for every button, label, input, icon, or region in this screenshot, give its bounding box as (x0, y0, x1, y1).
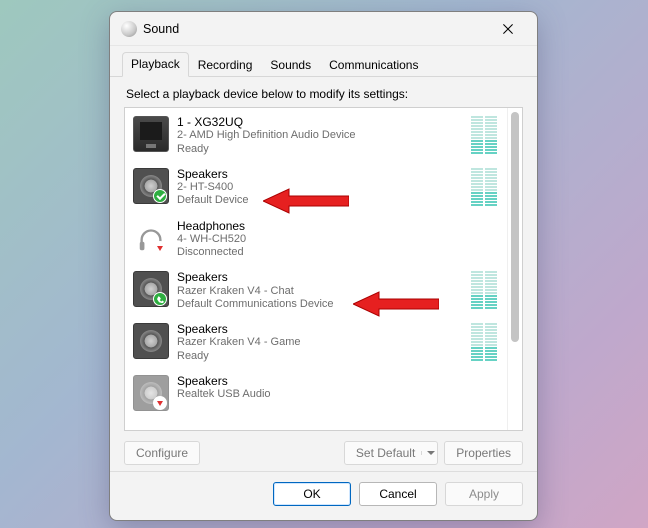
device-text: SpeakersRazer Kraken V4 - ChatDefault Co… (177, 269, 463, 311)
device-text: SpeakersRazer Kraken V4 - GameReady (177, 321, 463, 363)
device-text: 1 - XG32UQ2- AMD High Definition Audio D… (177, 114, 463, 156)
tab-sounds[interactable]: Sounds (261, 52, 320, 77)
device-row[interactable]: SpeakersRealtek USB Audio (125, 368, 507, 416)
device-list[interactable]: 1 - XG32UQ2- AMD High Definition Audio D… (125, 108, 507, 430)
close-icon (503, 24, 513, 34)
device-name: Speakers (177, 270, 463, 284)
device-name: Speakers (177, 167, 463, 181)
prompt-text: Select a playback device below to modify… (110, 77, 537, 107)
device-text: Speakers2- HT-S400Default Device (177, 166, 463, 208)
apply-button[interactable]: Apply (445, 482, 523, 506)
tabs: Playback Recording Sounds Communications (110, 46, 537, 77)
window-title: Sound (143, 22, 179, 36)
device-subtitle: 2- AMD High Definition Audio Device (177, 129, 463, 142)
device-row[interactable]: Speakers2- HT-S400Default Device (125, 161, 507, 213)
set-default-label: Set Default (356, 446, 415, 460)
default-check-icon (153, 189, 167, 203)
monitor-icon (133, 116, 169, 152)
device-row[interactable]: SpeakersRazer Kraken V4 - GameReady (125, 316, 507, 368)
device-row[interactable]: 1 - XG32UQ2- AMD High Definition Audio D… (125, 110, 507, 161)
device-subtitle: 4- WH-CH520 (177, 233, 499, 246)
device-text: Headphones4- WH-CH520Disconnected (177, 218, 499, 260)
level-meter (471, 271, 497, 309)
close-button[interactable] (487, 15, 529, 43)
device-name: 1 - XG32UQ (177, 115, 463, 129)
device-text: SpeakersRealtek USB Audio (177, 373, 499, 402)
level-meter (471, 323, 497, 361)
device-subtitle: Razer Kraken V4 - Chat (177, 285, 463, 298)
download-icon (153, 241, 167, 255)
set-default-button[interactable]: Set Default (344, 441, 438, 465)
device-row[interactable]: SpeakersRazer Kraken V4 - ChatDefault Co… (125, 264, 507, 316)
device-status: Default Device (177, 194, 463, 207)
device-subtitle: 2- HT-S400 (177, 181, 463, 194)
cancel-button[interactable]: Cancel (359, 482, 437, 506)
device-list-wrap: 1 - XG32UQ2- AMD High Definition Audio D… (124, 107, 523, 431)
device-name: Speakers (177, 322, 463, 336)
device-subtitle: Razer Kraken V4 - Game (177, 336, 463, 349)
device-name: Headphones (177, 219, 499, 233)
chevron-down-icon[interactable] (421, 451, 433, 455)
device-status: Disconnected (177, 246, 499, 259)
properties-button[interactable]: Properties (444, 441, 523, 465)
tab-recording[interactable]: Recording (189, 52, 262, 77)
speaker-icon (133, 323, 169, 359)
level-meter (471, 116, 497, 154)
dialog-button-row: OK Cancel Apply (110, 471, 537, 515)
sound-app-icon (121, 21, 137, 37)
tab-playback[interactable]: Playback (122, 52, 189, 77)
device-status: Ready (177, 143, 463, 156)
configure-button[interactable]: Configure (124, 441, 200, 465)
device-row[interactable]: Headphones4- WH-CH520Disconnected (125, 213, 507, 265)
sound-dialog: Sound Playback Recording Sounds Communic… (109, 11, 538, 521)
device-name: Speakers (177, 374, 499, 388)
titlebar: Sound (110, 12, 537, 46)
download-icon (153, 396, 167, 410)
device-status: Ready (177, 350, 463, 363)
scrollbar[interactable] (507, 108, 522, 430)
device-status: Default Communications Device (177, 298, 463, 311)
tab-communications[interactable]: Communications (320, 52, 427, 77)
ok-button[interactable]: OK (273, 482, 351, 506)
level-meter (471, 168, 497, 206)
list-button-row: Configure Set Default Properties (110, 431, 537, 471)
device-subtitle: Realtek USB Audio (177, 388, 499, 401)
scroll-thumb[interactable] (511, 112, 519, 342)
